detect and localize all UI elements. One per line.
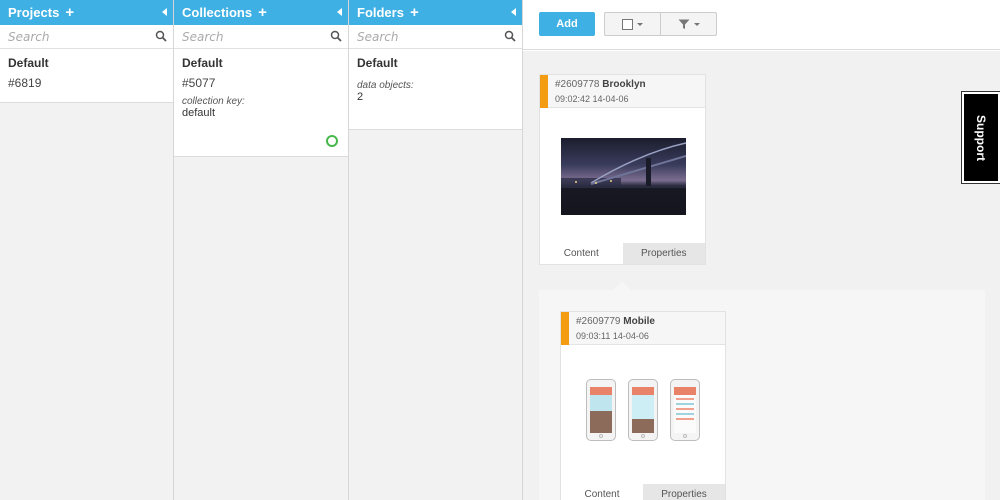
tab-properties[interactable]: Properties [643,484,725,500]
folders-title-group: Folders + [357,5,419,20]
projects-search-input[interactable] [0,25,150,48]
folders-search-input[interactable] [349,25,499,48]
collections-search-input[interactable] [174,25,324,48]
project-title: Default [8,56,49,70]
select-dropdown-button[interactable] [605,13,660,35]
phone-illustration [670,379,700,441]
tab-content[interactable]: Content [561,484,643,500]
collection-title: Default [182,56,223,70]
object-title: #2609778 Brooklyn [555,79,646,90]
checkbox-icon [622,18,633,30]
phone-illustration [628,379,658,441]
object-name: Brooklyn [602,79,646,90]
projects-header: Projects + [0,0,173,25]
projects-search [0,25,173,49]
object-id: #2609778 [555,79,600,90]
projects-title: Projects [8,5,60,20]
object-title: #2609779 Mobile [576,316,655,327]
phone-illustration [586,379,616,441]
collections-header: Collections + [174,0,348,25]
collections-title-group: Collections + [182,5,267,20]
collection-key-value: default [182,107,216,119]
collection-key-label: collection key: [182,96,245,107]
collections-search [174,25,348,49]
folder-title: Default [357,56,398,70]
funnel-icon [678,19,689,29]
folders-title: Folders [357,5,404,20]
add-button[interactable]: Add [539,12,595,36]
object-tabs: Content Properties [561,484,725,500]
projects-title-group: Projects + [8,5,74,20]
data-object-card[interactable]: #2609778 Brooklyn 09:02:42 14-04-06 Cont… [539,74,706,265]
toolbar: Add [523,0,1000,50]
caret-down-icon [693,22,700,26]
collapse-icon[interactable] [511,8,516,16]
expand-notch [613,281,631,290]
mobile-screens-image[interactable] [586,379,701,445]
project-id: #6819 [8,76,42,90]
collections-title: Collections [182,5,253,20]
object-status-bar [561,312,569,345]
object-header: #2609778 Brooklyn 09:02:42 14-04-06 [540,75,705,108]
add-collection-icon[interactable]: + [258,5,267,20]
search-icon[interactable] [330,30,342,42]
object-timestamp: 09:02:42 14-04-06 [555,94,629,104]
collections-column: Collections + Default #5077 collection ke… [174,0,349,500]
collection-id: #5077 [182,76,216,90]
folders-column: Folders + Default data objects: 2 [349,0,523,500]
folder-card[interactable]: Default data objects: 2 [349,49,522,130]
add-project-icon[interactable]: + [65,5,74,20]
toolbar-button-group [604,12,717,36]
search-icon[interactable] [155,30,167,42]
tab-properties[interactable]: Properties [622,243,705,264]
support-button[interactable]: Support [962,92,1000,183]
object-detail-panel: #2609779 Mobile 09:03:11 14-04-06 Conten… [539,290,985,500]
collapse-icon[interactable] [162,8,167,16]
collapse-icon[interactable] [337,8,342,16]
object-status-bar [540,75,548,108]
object-timestamp: 09:03:11 14-04-06 [576,331,649,341]
filter-dropdown-button[interactable] [660,13,716,35]
data-objects-count: 2 [357,91,364,103]
object-header: #2609779 Mobile 09:03:11 14-04-06 [561,312,725,345]
project-card[interactable]: Default #6819 [0,49,173,103]
object-name: Mobile [623,316,655,327]
status-circle-icon [326,135,338,147]
brooklyn-bridge-image[interactable] [561,138,686,215]
collection-card[interactable]: Default #5077 collection key: default [174,49,348,157]
data-object-card[interactable]: #2609779 Mobile 09:03:11 14-04-06 Conten… [560,311,726,500]
add-folder-icon[interactable]: + [410,5,419,20]
tab-content[interactable]: Content [540,243,623,264]
support-label: Support [974,114,988,161]
search-icon[interactable] [504,30,516,42]
object-tabs: Content Properties [540,243,705,264]
folders-search [349,25,522,49]
caret-down-icon [637,22,643,26]
object-id: #2609779 [576,316,621,327]
projects-column: Projects + Default #6819 [0,0,174,500]
main-content: #2609778 Brooklyn 09:02:42 14-04-06 Cont… [523,51,1000,500]
data-objects-label: data objects: [357,80,414,91]
folders-header: Folders + [349,0,522,25]
